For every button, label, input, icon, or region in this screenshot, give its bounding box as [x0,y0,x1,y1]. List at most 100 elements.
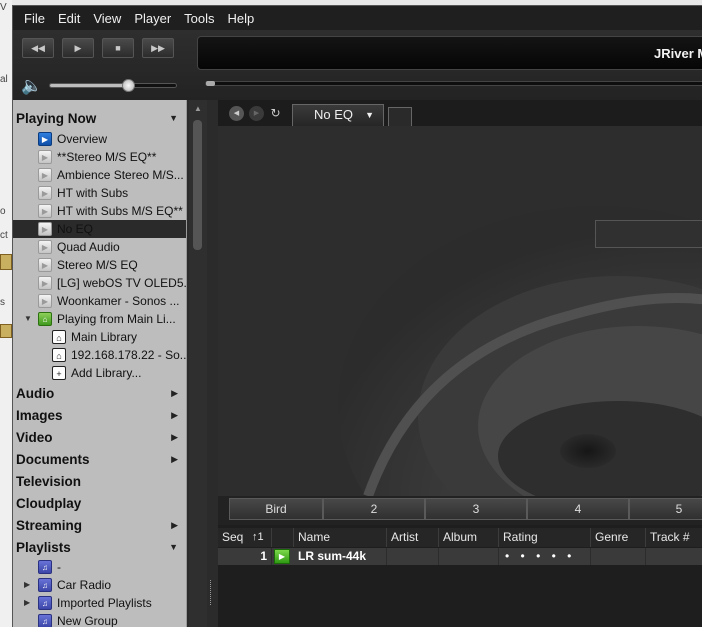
sidebar-section-documents[interactable]: Documents ▶ [13,449,186,471]
section-label: Television [16,474,82,489]
column-header-status[interactable] [272,528,294,547]
expand-right-icon[interactable]: ▶ [171,432,178,443]
previous-track-icon: ◀◀ [31,43,45,53]
menu-tools[interactable]: Tools [184,11,214,26]
column-header-rating[interactable]: Rating [499,528,591,547]
menu-view[interactable]: View [93,11,121,26]
sidebar-item-zone[interactable]: ▶ Ambience Stereo M/S... [13,166,186,184]
expand-right-icon[interactable]: ▶ [171,454,178,465]
sidebar-item-label: Playing from Main Li... [57,312,176,326]
speaker-icon[interactable]: 🔈 [21,76,42,96]
menu-edit[interactable]: Edit [58,11,80,26]
expand-down-icon[interactable]: ▼ [24,314,32,323]
cell-rating[interactable]: • • • • • [499,548,591,565]
table-row[interactable]: 1 ▶ LR sum-44k • • • • • [218,548,702,565]
sidebar-scrollbar[interactable]: ▲ [189,100,211,627]
menu-help[interactable]: Help [228,11,255,26]
sidebar-playlist-imported[interactable]: ▶ ♫ Imported Playlists [13,594,186,612]
expand-right-icon[interactable]: ▶ [24,580,30,589]
menu-file[interactable]: File [24,11,45,26]
sidebar-section-cloudplay[interactable]: Cloudplay [13,493,186,515]
position-slider[interactable] [205,81,702,86]
sidebar-item-overview[interactable]: ▶ Overview [13,130,186,148]
previous-button[interactable]: ◀◀ [22,38,54,58]
play-icon: ▶ [74,43,82,53]
new-tab-button[interactable] [388,107,412,126]
sidebar-item-zone[interactable]: ▶ Stereo M/S EQ [13,256,186,274]
playlist-icon: ♫ [38,560,52,574]
volume-slider[interactable] [49,79,177,92]
sidebar-section-streaming[interactable]: Streaming ▶ [13,515,186,537]
play-button[interactable]: ▶ [62,38,94,58]
zone-icon: ▶ [38,276,52,290]
position-thumb[interactable] [206,81,215,86]
column-header-seq[interactable]: Seq ↑1 [218,528,272,547]
column-header-artist[interactable]: Artist [387,528,439,547]
refresh-icon[interactable]: ↻ [268,106,283,121]
menu-player[interactable]: Player [134,11,171,26]
section-label: Video [16,430,53,445]
stop-button[interactable]: ■ [102,38,134,58]
sidebar-playlist-new-group[interactable]: ♫ New Group [13,612,186,627]
library-icon: ⌂ [52,330,66,344]
forward-icon[interactable]: ▶ [249,106,264,121]
column-label: Seq [222,530,244,544]
collapse-arrow-icon[interactable]: ▼ [169,113,178,123]
column-header-genre[interactable]: Genre [591,528,646,547]
desktop-icon [0,254,12,270]
alphabet-segment[interactable]: 5 [629,498,702,520]
expand-right-icon[interactable]: ▶ [171,410,178,421]
column-header-track-number[interactable]: Track # [646,528,702,547]
sidebar-item-label: [LG] webOS TV OLED5... [57,276,187,290]
tab-label: No EQ [314,107,354,122]
sidebar-item-remote-library[interactable]: ⌂ 192.168.178.22 - So... [13,346,186,364]
back-icon[interactable]: ◀ [229,106,244,121]
expand-right-icon[interactable]: ▶ [24,598,30,607]
sidebar-section-images[interactable]: Images ▶ [13,405,186,427]
column-header-name[interactable]: Name [294,528,387,547]
next-button[interactable]: ▶▶ [142,38,174,58]
now-playing-icon: ▶ [274,549,290,564]
sidebar-item-playing-from-library[interactable]: ▼ ⌂ Playing from Main Li... [13,310,186,328]
alphabet-segment[interactable]: 2 [323,498,425,520]
chevron-down-icon[interactable]: ▼ [365,105,374,125]
volume-thumb[interactable] [122,79,136,92]
alphabet-segment[interactable]: 4 [527,498,629,520]
sidebar-item-zone[interactable]: ▶ [LG] webOS TV OLED5... [13,274,187,292]
scroll-up-icon[interactable]: ▲ [194,104,202,113]
sidebar-section-playing-now[interactable]: Playing Now ▼ [13,108,186,130]
section-label: Cloudplay [16,496,82,511]
sidebar-section-video[interactable]: Video ▶ [13,427,186,449]
expand-right-icon[interactable]: ▶ [171,388,178,399]
menu-bar: File Edit View Player Tools Help [13,6,702,30]
sidebar-section-playlists[interactable]: Playlists ▼ [13,537,186,559]
section-label: Documents [16,452,90,467]
cell-track-number [646,548,702,565]
scrollbar-thumb[interactable] [193,120,202,250]
tab-no-eq[interactable]: No EQ ▼ [292,104,384,126]
alphabet-segment[interactable]: Bird [229,498,323,520]
sidebar-playlist-item[interactable]: ♫ - [13,558,186,576]
sidebar-playlist-car-radio[interactable]: ▶ ♫ Car Radio [13,576,186,594]
sidebar-item-zone[interactable]: ▶ HT with Subs M/S EQ** [13,202,186,220]
sidebar-item-zone[interactable]: ▶ Woonkamer - Sonos ... [13,292,186,310]
desktop-fragment: ct [0,230,8,241]
sidebar-item-zone[interactable]: ▶ Quad Audio [13,238,186,256]
sidebar-item-no-eq[interactable]: ▶ No EQ [13,220,186,238]
sidebar-item-zone[interactable]: ▶ **Stereo M/S EQ** [13,148,186,166]
sidebar-item-main-library[interactable]: ⌂ Main Library [13,328,186,346]
expand-right-icon[interactable]: ▶ [171,520,178,531]
column-header-album[interactable]: Album [439,528,499,547]
jriver-window: File Edit View Player Tools Help ◀◀ ▶ ■ … [12,5,702,627]
sidebar-item-zone[interactable]: ▶ HT with Subs [13,184,186,202]
alphabet-segment[interactable]: 3 [425,498,527,520]
collapse-arrow-icon[interactable]: ▼ [169,542,178,552]
sidebar-item-label: Imported Playlists [57,596,152,610]
sidebar-item-add-library[interactable]: + Add Library... [13,364,186,382]
sidebar-section-television[interactable]: Television [13,471,186,493]
sidebar-section-audio[interactable]: Audio ▶ [13,383,186,405]
pane-splitter[interactable] [210,580,212,605]
library-tree: Playing Now ▼ ▶ Overview ▶ **Stereo M/S … [13,100,187,627]
view-navigation-bar: ◀ ▶ ↻ No EQ ▼ [218,100,702,126]
stop-icon: ■ [115,43,121,53]
